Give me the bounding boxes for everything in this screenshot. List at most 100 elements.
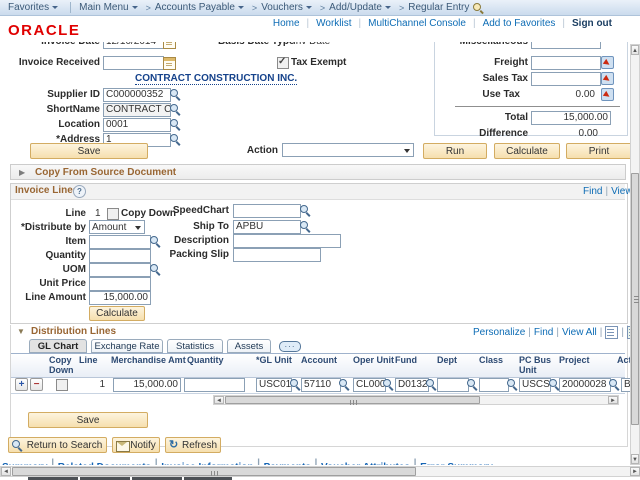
lookup-icon[interactable] xyxy=(426,379,437,390)
supplier-id-field[interactable]: C000000352 xyxy=(103,88,171,102)
quantity-field[interactable] xyxy=(89,249,151,263)
grid-scrollbar-thumb[interactable] xyxy=(225,396,480,404)
link-multichannel-console[interactable]: MultiChannel Console xyxy=(368,18,466,29)
help-icon[interactable]: ? xyxy=(73,185,86,198)
lookup-icon[interactable] xyxy=(290,379,301,390)
tab-exchange-rate[interactable]: Exchange Rate xyxy=(91,339,163,353)
uom-field[interactable] xyxy=(89,263,151,277)
lookup-icon[interactable] xyxy=(170,119,181,130)
personalize-link[interactable]: Personalize xyxy=(473,327,525,338)
copy-from-source-section[interactable]: ▶ Copy From Source Document xyxy=(10,164,626,180)
expand-icon[interactable]: ▶ xyxy=(19,168,25,178)
refresh-button[interactable]: ↻Refresh xyxy=(165,437,221,453)
save-button-bottom[interactable]: Save xyxy=(28,412,148,428)
link-error-summary[interactable]: Error Summary xyxy=(420,462,493,465)
breadcrumb-accounts-payable[interactable]: Accounts Payable xyxy=(155,2,244,13)
find-link[interactable]: Find xyxy=(534,327,553,338)
show-all-columns-icon[interactable] xyxy=(279,341,301,352)
speedchart-field[interactable] xyxy=(233,204,301,218)
row-pc-bus-unit-field[interactable]: USCS xyxy=(519,378,551,392)
row-class-field[interactable] xyxy=(479,378,509,392)
breadcrumb-add-update[interactable]: Add/Update xyxy=(329,2,391,13)
link-payments[interactable]: Payments xyxy=(264,462,311,465)
tab-gl-chart[interactable]: GL Chart xyxy=(29,339,87,353)
view-all-link[interactable]: View All xyxy=(611,186,630,197)
distribute-by-select[interactable]: Amount xyxy=(89,220,145,234)
total-field[interactable]: 15,000.00 xyxy=(531,111,611,125)
calculate-button[interactable]: Calculate xyxy=(494,143,560,159)
row-project-field[interactable]: 20000028 xyxy=(559,378,611,392)
tax-exempt-checkbox[interactable] xyxy=(277,57,289,69)
vertical-scrollbar[interactable]: ▲ ▼ xyxy=(630,44,640,465)
row-copy-down-checkbox[interactable] xyxy=(56,379,68,391)
lookup-icon[interactable] xyxy=(383,379,394,390)
supplier-name-link[interactable]: CONTRACT CONSTRUCTION INC. xyxy=(135,73,297,85)
scroll-up-button[interactable]: ▲ xyxy=(631,45,639,55)
transfer-icon[interactable] xyxy=(601,88,614,101)
calculate-line-button[interactable]: Calculate xyxy=(89,306,145,321)
lookup-icon[interactable] xyxy=(170,104,181,115)
link-voucher-attributes[interactable]: Voucher Attributes xyxy=(321,462,410,465)
scroll-right-button[interactable]: ► xyxy=(608,396,618,404)
row-oper-unit-field[interactable]: CL000 xyxy=(353,378,386,392)
run-button[interactable]: Run xyxy=(423,143,487,159)
breadcrumb-vouchers[interactable]: Vouchers xyxy=(261,2,312,13)
packing-slip-field[interactable] xyxy=(233,248,321,262)
lookup-icon[interactable] xyxy=(170,89,181,100)
lookup-icon[interactable] xyxy=(507,379,518,390)
lookup-icon[interactable] xyxy=(609,379,620,390)
action-select[interactable] xyxy=(282,143,414,157)
zoom-grid-icon[interactable] xyxy=(605,326,618,339)
link-related-documents[interactable]: Related Documents xyxy=(58,462,151,465)
horizontal-scrollbar[interactable]: ◄ ► xyxy=(0,466,640,477)
link-summary[interactable]: Summary xyxy=(2,462,48,465)
delete-row-button[interactable]: − xyxy=(30,378,43,391)
notify-button[interactable]: Notify xyxy=(112,437,160,453)
link-sign-out[interactable]: Sign out xyxy=(572,18,612,29)
row-activity-field[interactable]: B xyxy=(621,378,630,392)
link-invoice-information[interactable]: Invoice Information xyxy=(161,462,253,465)
save-button[interactable]: Save xyxy=(30,143,148,159)
freight-field[interactable] xyxy=(531,56,601,70)
link-home[interactable]: Home xyxy=(273,18,300,29)
add-row-button[interactable]: + xyxy=(15,378,28,391)
lookup-icon[interactable] xyxy=(467,379,478,390)
lookup-icon[interactable] xyxy=(170,134,181,145)
invoice-received-field[interactable] xyxy=(103,56,164,70)
menu-favorites[interactable]: Favorites xyxy=(8,2,58,13)
ship-to-field[interactable]: APBU xyxy=(233,220,301,234)
tab-statistics[interactable]: Statistics xyxy=(167,339,223,353)
link-worklist[interactable]: Worklist xyxy=(316,18,351,29)
calendar-icon[interactable] xyxy=(163,57,176,70)
view-all-link[interactable]: View All xyxy=(562,327,597,338)
scroll-left-button[interactable]: ◄ xyxy=(1,467,11,476)
scroll-down-button[interactable]: ▼ xyxy=(631,454,639,464)
transfer-icon[interactable] xyxy=(601,72,614,85)
lookup-icon[interactable] xyxy=(300,205,311,216)
grid-horizontal-scrollbar[interactable]: ◄ ► xyxy=(213,395,619,405)
menu-main-menu[interactable]: Main Menu xyxy=(79,2,137,13)
vertical-scrollbar-thumb[interactable] xyxy=(631,173,639,425)
row-gl-unit-field[interactable]: USC01 xyxy=(256,378,292,392)
return-to-search-button[interactable]: Return to Search xyxy=(8,437,107,453)
row-dept-field[interactable] xyxy=(437,378,469,392)
shortname-field[interactable]: CONTRACT C-001 xyxy=(103,103,171,117)
calendar-icon[interactable] xyxy=(163,42,176,49)
transfer-icon[interactable] xyxy=(601,56,614,69)
horizontal-scrollbar-thumb[interactable] xyxy=(12,467,416,476)
scroll-left-button[interactable]: ◄ xyxy=(214,396,224,404)
lookup-icon[interactable] xyxy=(150,264,161,275)
invoice-date-field[interactable]: 12/10/2014 xyxy=(103,42,164,49)
link-add-to-favorites[interactable]: Add to Favorites xyxy=(483,18,556,29)
row-fund-field[interactable]: D0132 xyxy=(395,378,429,392)
row-merchandise-amt-field[interactable]: 15,000.00 xyxy=(113,378,181,392)
unit-price-field[interactable] xyxy=(89,277,151,291)
search-icon[interactable] xyxy=(473,2,484,13)
print-button[interactable]: Print xyxy=(566,143,630,159)
line-amount-field[interactable]: 15,000.00 xyxy=(89,291,151,305)
tab-assets[interactable]: Assets xyxy=(227,339,271,353)
lookup-icon[interactable] xyxy=(300,221,311,232)
copy-down-checkbox[interactable] xyxy=(107,208,119,220)
scroll-right-button[interactable]: ► xyxy=(630,467,640,476)
description-field[interactable] xyxy=(233,234,341,248)
